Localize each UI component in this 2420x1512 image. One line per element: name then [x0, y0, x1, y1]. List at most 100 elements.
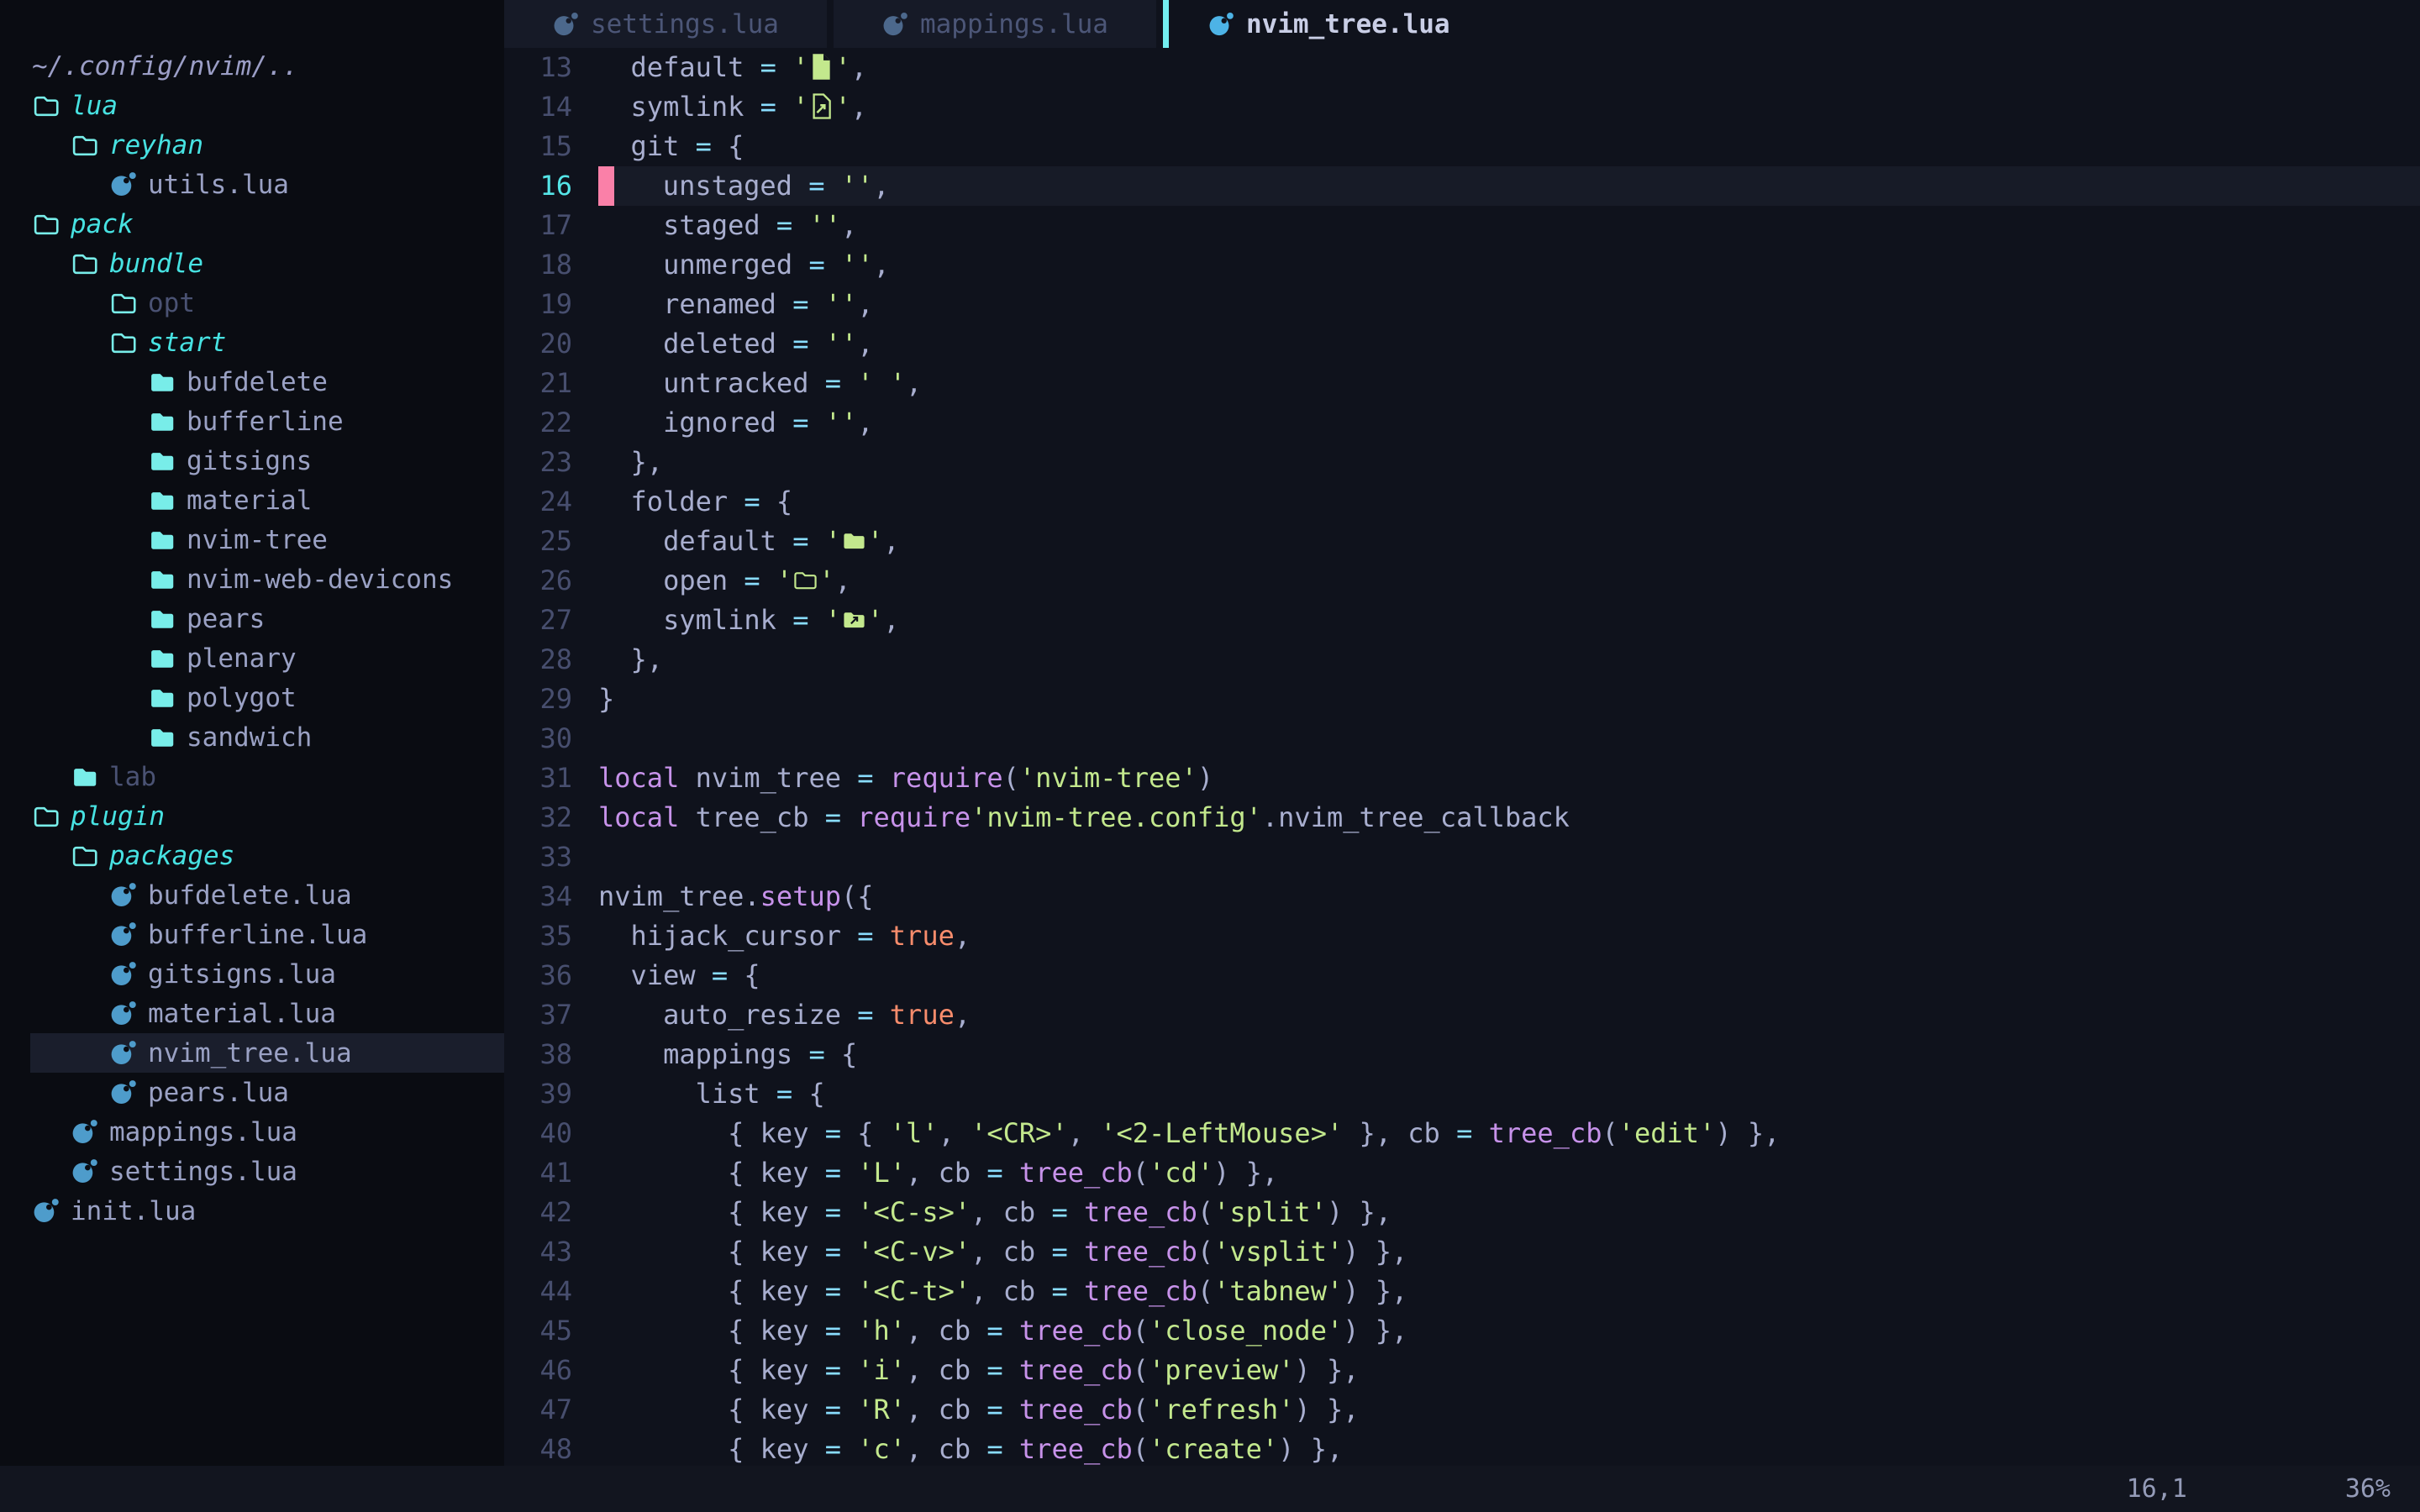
tree-item-utils.lua[interactable]: utils.lua	[0, 165, 504, 204]
editor-pane: settings.luamappings.lua nvim_tree.lua 13…	[504, 0, 2420, 1466]
code-line-47[interactable]: 47 { key = 'R', cb = tree_cb('refresh') …	[504, 1390, 2420, 1430]
file-tree: ~/.config/nvim/..luareyhanutils.luapackb…	[0, 46, 504, 1231]
tree-item-sandwich[interactable]: sandwich	[0, 717, 504, 757]
token: list	[598, 1078, 776, 1110]
code-line-34[interactable]: 34nvim_tree.setup({	[504, 877, 2420, 916]
code-line-48[interactable]: 48 { key = 'c', cb = tree_cb('create') }…	[504, 1430, 2420, 1466]
tree-item-pack[interactable]: pack	[0, 204, 504, 244]
code-line-26[interactable]: 26 open = '',	[504, 561, 2420, 601]
code-line-37[interactable]: 37 auto_resize = true,	[504, 995, 2420, 1035]
tree-item-plugin[interactable]: plugin	[0, 796, 504, 836]
tree-item-reyhan[interactable]: reyhan	[0, 125, 504, 165]
tree-item-nvim-tree.lua[interactable]: nvim_tree.lua	[30, 1033, 504, 1073]
code-line-16[interactable]: 16 unstaged = '',	[504, 166, 2420, 206]
code-line-41[interactable]: 41 { key = 'L', cb = tree_cb('cd') },	[504, 1153, 2420, 1193]
token: =	[857, 920, 873, 952]
tree-item--.config-nvim-..[interactable]: ~/.config/nvim/..	[0, 46, 504, 86]
code-line-29[interactable]: 29}	[504, 680, 2420, 719]
tree-item-bufdelete[interactable]: bufdelete	[0, 362, 504, 402]
code-line-46[interactable]: 46 { key = 'i', cb = tree_cb('preview') …	[504, 1351, 2420, 1390]
line-number: 42	[504, 1193, 598, 1232]
tree-item-material.lua[interactable]: material.lua	[0, 994, 504, 1033]
tree-item-mappings.lua[interactable]: mappings.lua	[0, 1112, 504, 1152]
code-line-22[interactable]: 22 ignored = '',	[504, 403, 2420, 443]
line-content: default = '',	[598, 522, 2420, 561]
code-line-30[interactable]: 30	[504, 719, 2420, 759]
code-line-21[interactable]: 21 untracked = ' ',	[504, 364, 2420, 403]
code-line-43[interactable]: 43 { key = '<C-v>', cb = tree_cb('vsplit…	[504, 1232, 2420, 1272]
token: { key	[598, 1196, 825, 1228]
token: nvim_tree.	[598, 880, 760, 912]
tree-item-label: material	[187, 486, 312, 516]
tree-item-pears[interactable]: pears	[0, 599, 504, 638]
line-number: 22	[504, 403, 598, 443]
tree-item-pears.lua[interactable]: pears.lua	[0, 1073, 504, 1112]
code-line-13[interactable]: 13 default = '',	[504, 48, 2420, 87]
tree-item-start[interactable]: start	[0, 323, 504, 362]
tree-item-plenary[interactable]: plenary	[0, 638, 504, 678]
tree-item-polygot[interactable]: polygot	[0, 678, 504, 717]
code-line-14[interactable]: 14 symlink = '',	[504, 87, 2420, 127]
tree-item-nvim-web-devicons[interactable]: nvim-web-devicons	[0, 559, 504, 599]
code-line-27[interactable]: 27 symlink = '',	[504, 601, 2420, 640]
tree-item-label: reyhan	[109, 130, 203, 160]
tree-item-gitsigns.lua[interactable]: gitsigns.lua	[0, 954, 504, 994]
tree-item-init.lua[interactable]: init.lua	[0, 1191, 504, 1231]
tree-item-nvim-tree[interactable]: nvim-tree	[0, 520, 504, 559]
code-line-17[interactable]: 17 staged = '',	[504, 206, 2420, 245]
line-content: folder = {	[598, 482, 2420, 522]
tree-item-bufdelete.lua[interactable]: bufdelete.lua	[0, 875, 504, 915]
code-line-42[interactable]: 42 { key = '<C-s>', cb = tree_cb('split'…	[504, 1193, 2420, 1232]
tree-item-settings.lua[interactable]: settings.lua	[0, 1152, 504, 1191]
code-line-20[interactable]: 20 deleted = '',	[504, 324, 2420, 364]
tree-item-packages[interactable]: packages	[0, 836, 504, 875]
token: (	[1197, 1236, 1213, 1268]
token	[841, 801, 857, 833]
tree-item-material[interactable]: material	[0, 480, 504, 520]
tree-item-bundle[interactable]: bundle	[0, 244, 504, 283]
code-line-33[interactable]: 33	[504, 837, 2420, 877]
token: , cb	[971, 1196, 1051, 1228]
tree-item-label: gitsigns	[187, 446, 312, 476]
tab-mappings.lua[interactable]: mappings.lua	[834, 0, 1156, 48]
code-line-45[interactable]: 45 { key = 'h', cb = tree_cb('close_node…	[504, 1311, 2420, 1351]
tree-item-lab[interactable]: lab	[0, 757, 504, 796]
tree-item-bufferline[interactable]: bufferline	[0, 402, 504, 441]
token	[808, 407, 824, 438]
tree-item-label: material.lua	[148, 999, 336, 1029]
token: ) },	[1213, 1157, 1278, 1189]
token: }	[598, 683, 614, 715]
token: =	[986, 1354, 1002, 1386]
code-line-36[interactable]: 36 view = {	[504, 956, 2420, 995]
token: {	[712, 130, 744, 162]
code-line-15[interactable]: 15 git = {	[504, 127, 2420, 166]
code-line-28[interactable]: 28 },	[504, 640, 2420, 680]
code-line-39[interactable]: 39 list = {	[504, 1074, 2420, 1114]
line-content: view = {	[598, 956, 2420, 995]
code-line-25[interactable]: 25 default = '',	[504, 522, 2420, 561]
code-line-18[interactable]: 18 unmerged = '',	[504, 245, 2420, 285]
tree-item-bufferline.lua[interactable]: bufferline.lua	[0, 915, 504, 954]
tab-nvim_tree.lua[interactable]: nvim_tree.lua	[1169, 0, 1489, 48]
code-line-24[interactable]: 24 folder = {	[504, 482, 2420, 522]
code-line-44[interactable]: 44 { key = '<C-t>', cb = tree_cb('tabnew…	[504, 1272, 2420, 1311]
tab-settings.lua[interactable]: settings.lua	[504, 0, 827, 48]
code-buffer[interactable]: 13 default = '',14 symlink = '',15 git =…	[504, 48, 2420, 1466]
code-line-23[interactable]: 23 },	[504, 443, 2420, 482]
token: =	[986, 1394, 1002, 1425]
token: 'close_node'	[1149, 1315, 1343, 1347]
tree-item-lua[interactable]: lua	[0, 86, 504, 125]
token: unstaged	[614, 170, 808, 202]
code-line-31[interactable]: 31local nvim_tree = require('nvim-tree')	[504, 759, 2420, 798]
code-line-19[interactable]: 19 renamed = '',	[504, 285, 2420, 324]
token: auto_resize	[598, 999, 857, 1031]
line-number: 29	[504, 680, 598, 719]
tree-item-label: bufferline	[187, 407, 344, 437]
token: ''	[825, 328, 858, 360]
tree-item-gitsigns[interactable]: gitsigns	[0, 441, 504, 480]
code-line-38[interactable]: 38 mappings = {	[504, 1035, 2420, 1074]
code-line-40[interactable]: 40 { key = { 'l', '<CR>', '<2-LeftMouse>…	[504, 1114, 2420, 1153]
code-line-35[interactable]: 35 hijack_cursor = true,	[504, 916, 2420, 956]
code-line-32[interactable]: 32local tree_cb = require'nvim-tree.conf…	[504, 798, 2420, 837]
tree-item-opt[interactable]: opt	[0, 283, 504, 323]
